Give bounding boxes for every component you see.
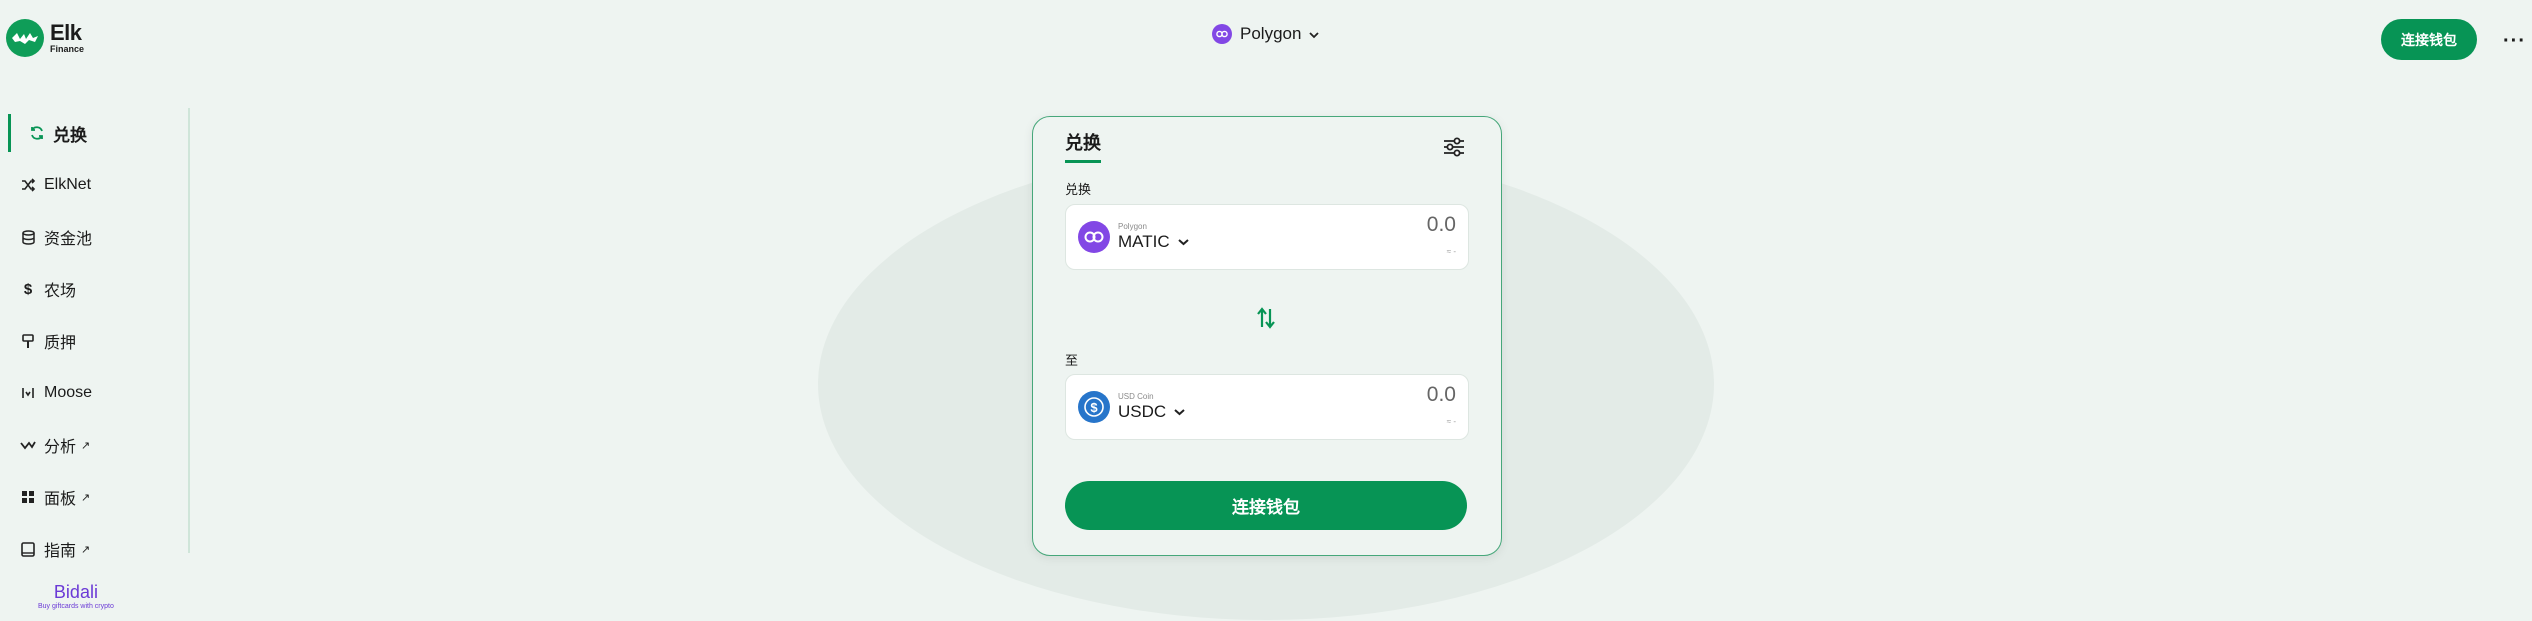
from-label: 兑换 — [1065, 182, 1092, 197]
sidebar-nav: 兑换 ElkNet 资金池 $ 农场 质押 Moose 分析 ↗ 面板 ↗ 指南… — [0, 108, 190, 560]
to-token-symbol[interactable]: USDC — [1118, 402, 1166, 422]
to-label: 至 — [1065, 353, 1079, 368]
to-token-chain: USD Coin — [1118, 392, 1154, 401]
swap-card: 兑换 兑换 Polygon MATIC 0.0 ≈ - 至 $ USD Coin… — [1032, 116, 1502, 556]
elk-finance-logo[interactable]: Elk Finance — [6, 19, 84, 57]
refresh-icon — [29, 125, 45, 141]
sidebar-item-analytics[interactable]: 分析 ↗ — [8, 426, 178, 464]
sidebar-item-elknet[interactable]: ElkNet — [8, 166, 178, 204]
from-token-chain: Polygon — [1118, 222, 1147, 231]
bidali-ad[interactable]: Bidali Buy giftcards with crypto — [38, 582, 114, 610]
elk-logo-icon — [6, 19, 44, 57]
chart-line-icon — [20, 437, 36, 453]
shuffle-icon — [20, 177, 36, 193]
dollar-icon: $ — [23, 280, 33, 298]
external-link-icon: ↗ — [81, 491, 91, 504]
network-name: Polygon — [1240, 24, 1302, 43]
to-usd-value: ≈ - — [1446, 417, 1456, 426]
sidebar-item-label: Moose — [44, 384, 93, 401]
book-icon — [20, 541, 36, 557]
sidebar-item-farms[interactable]: $ 农场 — [8, 270, 178, 308]
sidebar-item-label: 指南 — [44, 543, 77, 560]
svg-text:$: $ — [1090, 400, 1098, 415]
sidebar-item-label: 兑换 — [53, 125, 87, 145]
more-menu-icon[interactable]: ··· — [2503, 30, 2526, 53]
sidebar-item-label: 农场 — [44, 283, 77, 300]
swap-direction-icon[interactable] — [1255, 307, 1277, 334]
chevron-down-icon[interactable] — [1178, 235, 1189, 249]
sidebar-item-moose[interactable]: Moose — [8, 374, 178, 412]
sidebar-item-pools[interactable]: 资金池 — [8, 218, 178, 256]
polygon-icon — [1212, 24, 1232, 44]
sidebar-item-dashboard[interactable]: 面板 ↗ — [8, 478, 178, 516]
moose-icon — [20, 385, 36, 401]
sidebar-item-guide[interactable]: 指南 ↗ — [8, 530, 178, 568]
sidebar-item-label: ElkNet — [44, 176, 92, 193]
header-connect-wallet-button[interactable]: 连接钱包 — [2381, 19, 2477, 60]
to-token-input[interactable]: $ USD Coin USDC 0.0 ≈ - — [1065, 374, 1469, 440]
external-link-icon: ↗ — [81, 543, 91, 556]
sidebar-item-label: 面板 — [44, 491, 77, 508]
network-selector[interactable]: Polygon — [1212, 24, 1320, 44]
stake-icon — [20, 333, 36, 349]
connect-wallet-button[interactable]: 连接钱包 — [1065, 481, 1467, 530]
polygon-matic-icon — [1078, 221, 1110, 253]
brand-name: Elk — [50, 20, 82, 45]
brand-sub: Finance — [50, 44, 85, 54]
sidebar-item-swap[interactable]: 兑换 — [8, 114, 178, 152]
from-amount-input[interactable]: 0.0 — [1427, 213, 1456, 237]
sidebar-item-label: 质押 — [44, 335, 77, 352]
settings-sliders-icon[interactable] — [1443, 137, 1465, 162]
chevron-down-icon[interactable] — [1174, 405, 1185, 419]
bidali-logo: Bidali — [53, 582, 98, 602]
sidebar-item-label: 资金池 — [44, 231, 93, 248]
sidebar-item-stake[interactable]: 质押 — [8, 322, 178, 360]
dashboard-icon — [20, 489, 36, 505]
chevron-down-icon — [1309, 24, 1320, 44]
sidebar-item-label: 分析 — [44, 439, 77, 456]
from-token-symbol[interactable]: MATIC — [1118, 232, 1170, 252]
bidali-tagline: Buy giftcards with crypto — [38, 603, 114, 610]
usdc-icon: $ — [1078, 391, 1110, 423]
external-link-icon: ↗ — [81, 439, 91, 452]
swap-card-title[interactable]: 兑换 — [1065, 129, 1101, 163]
to-amount-input[interactable]: 0.0 — [1427, 383, 1456, 407]
database-icon — [20, 229, 36, 245]
from-usd-value: ≈ - — [1446, 247, 1456, 256]
from-token-input[interactable]: Polygon MATIC 0.0 ≈ - — [1065, 204, 1469, 270]
